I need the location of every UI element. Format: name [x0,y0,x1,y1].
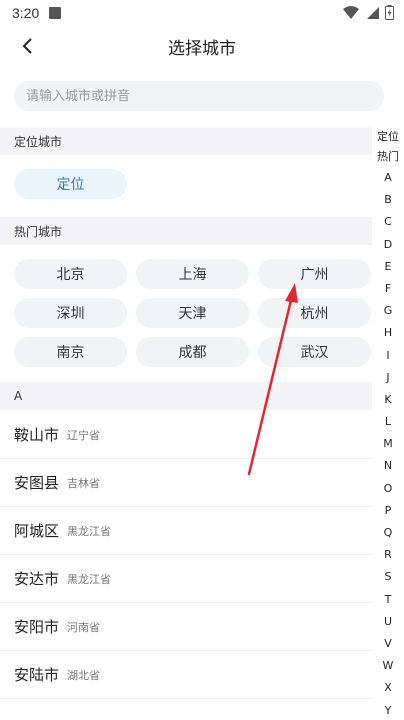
index-item[interactable]: O [372,478,404,500]
city-province: 黑龙江省 [67,572,112,586]
index-item[interactable]: U [372,611,404,633]
page-title: 选择城市 [168,38,236,59]
section-header-hot: 热门城市 [0,217,372,245]
hot-city-chip[interactable]: 成都 [136,337,249,367]
hot-city-chip[interactable]: 北京 [14,259,127,289]
index-item[interactable]: P [372,500,404,522]
back-button[interactable] [12,30,44,62]
city-list-item[interactable]: 安陆市 湖北省 [0,651,372,699]
city-list-item[interactable]: 阿城区 黑龙江省 [0,507,372,555]
signal-icon [367,6,379,19]
index-item[interactable]: Q [372,522,404,544]
city-province: 河南省 [67,620,101,634]
city-name: 安阳市 [14,618,60,636]
index-item[interactable]: D [372,234,404,256]
city-province: 吉林省 [67,476,101,490]
locate-button[interactable]: 定位 [14,169,127,199]
index-item[interactable]: C [372,211,404,233]
search-input[interactable] [26,88,372,104]
hot-city-chip[interactable]: 武汉 [258,337,371,367]
index-item[interactable]: K [372,389,404,411]
index-item[interactable]: T [372,589,404,611]
status-bar: 3:20 [0,0,404,26]
city-province: 辽宁省 [67,428,101,442]
index-item[interactable]: Y [372,700,404,720]
index-item[interactable]: G [372,300,404,322]
index-item[interactable]: B [372,189,404,211]
search-box [14,81,384,111]
index-item[interactable]: E [372,256,404,278]
index-item[interactable]: L [372,411,404,433]
index-item-locate[interactable]: 定位 [372,127,404,147]
city-list-item[interactable]: 安图县 吉林省 [0,459,372,507]
navigation-header: 选择城市 [0,26,404,66]
index-item-hot[interactable]: 热门 [372,147,404,167]
hot-city-chip[interactable]: 上海 [136,259,249,289]
index-item[interactable]: M [372,433,404,455]
back-arrow-icon [22,38,32,54]
battery-icon [385,5,394,20]
city-list-item[interactable]: 安达市 黑龙江省 [0,555,372,603]
alphabet-index-bar[interactable]: 定位 热门 A B C D E F G H I J K L M N O P Q … [372,127,404,720]
index-item[interactable]: F [372,278,404,300]
city-name: 安图县 [14,474,60,492]
city-list-item[interactable]: 安阳市 河南省 [0,603,372,651]
hot-city-chip[interactable]: 深圳 [14,298,127,328]
city-name: 安陆市 [14,666,60,684]
city-list-item[interactable]: 鞍山市 辽宁省 [0,411,372,459]
status-icons [343,5,394,20]
hot-city-chip[interactable]: 广州 [258,259,371,289]
index-item[interactable]: N [372,455,404,477]
index-item[interactable]: X [372,677,404,699]
city-name: 安达市 [14,570,60,588]
city-province: 黑龙江省 [67,524,112,538]
index-item[interactable]: J [372,367,404,389]
index-item[interactable]: A [372,167,404,189]
hot-city-chip[interactable]: 南京 [14,337,127,367]
index-item[interactable]: S [372,566,404,588]
city-name: 阿城区 [14,522,60,540]
status-time: 3:20 [12,5,40,21]
city-name: 鞍山市 [14,426,60,444]
index-item[interactable]: R [372,544,404,566]
hot-city-chip[interactable]: 杭州 [258,298,371,328]
hot-city-chip[interactable]: 天津 [136,298,249,328]
wifi-icon [343,5,359,19]
section-header-locate: 定位城市 [0,127,372,155]
index-item[interactable]: W [372,655,404,677]
index-item[interactable]: V [372,633,404,655]
notification-icon [49,7,62,19]
index-item[interactable]: I [372,345,404,367]
section-header-a: A [0,382,372,410]
index-item[interactable]: H [372,322,404,344]
city-province: 湖北省 [67,668,101,682]
